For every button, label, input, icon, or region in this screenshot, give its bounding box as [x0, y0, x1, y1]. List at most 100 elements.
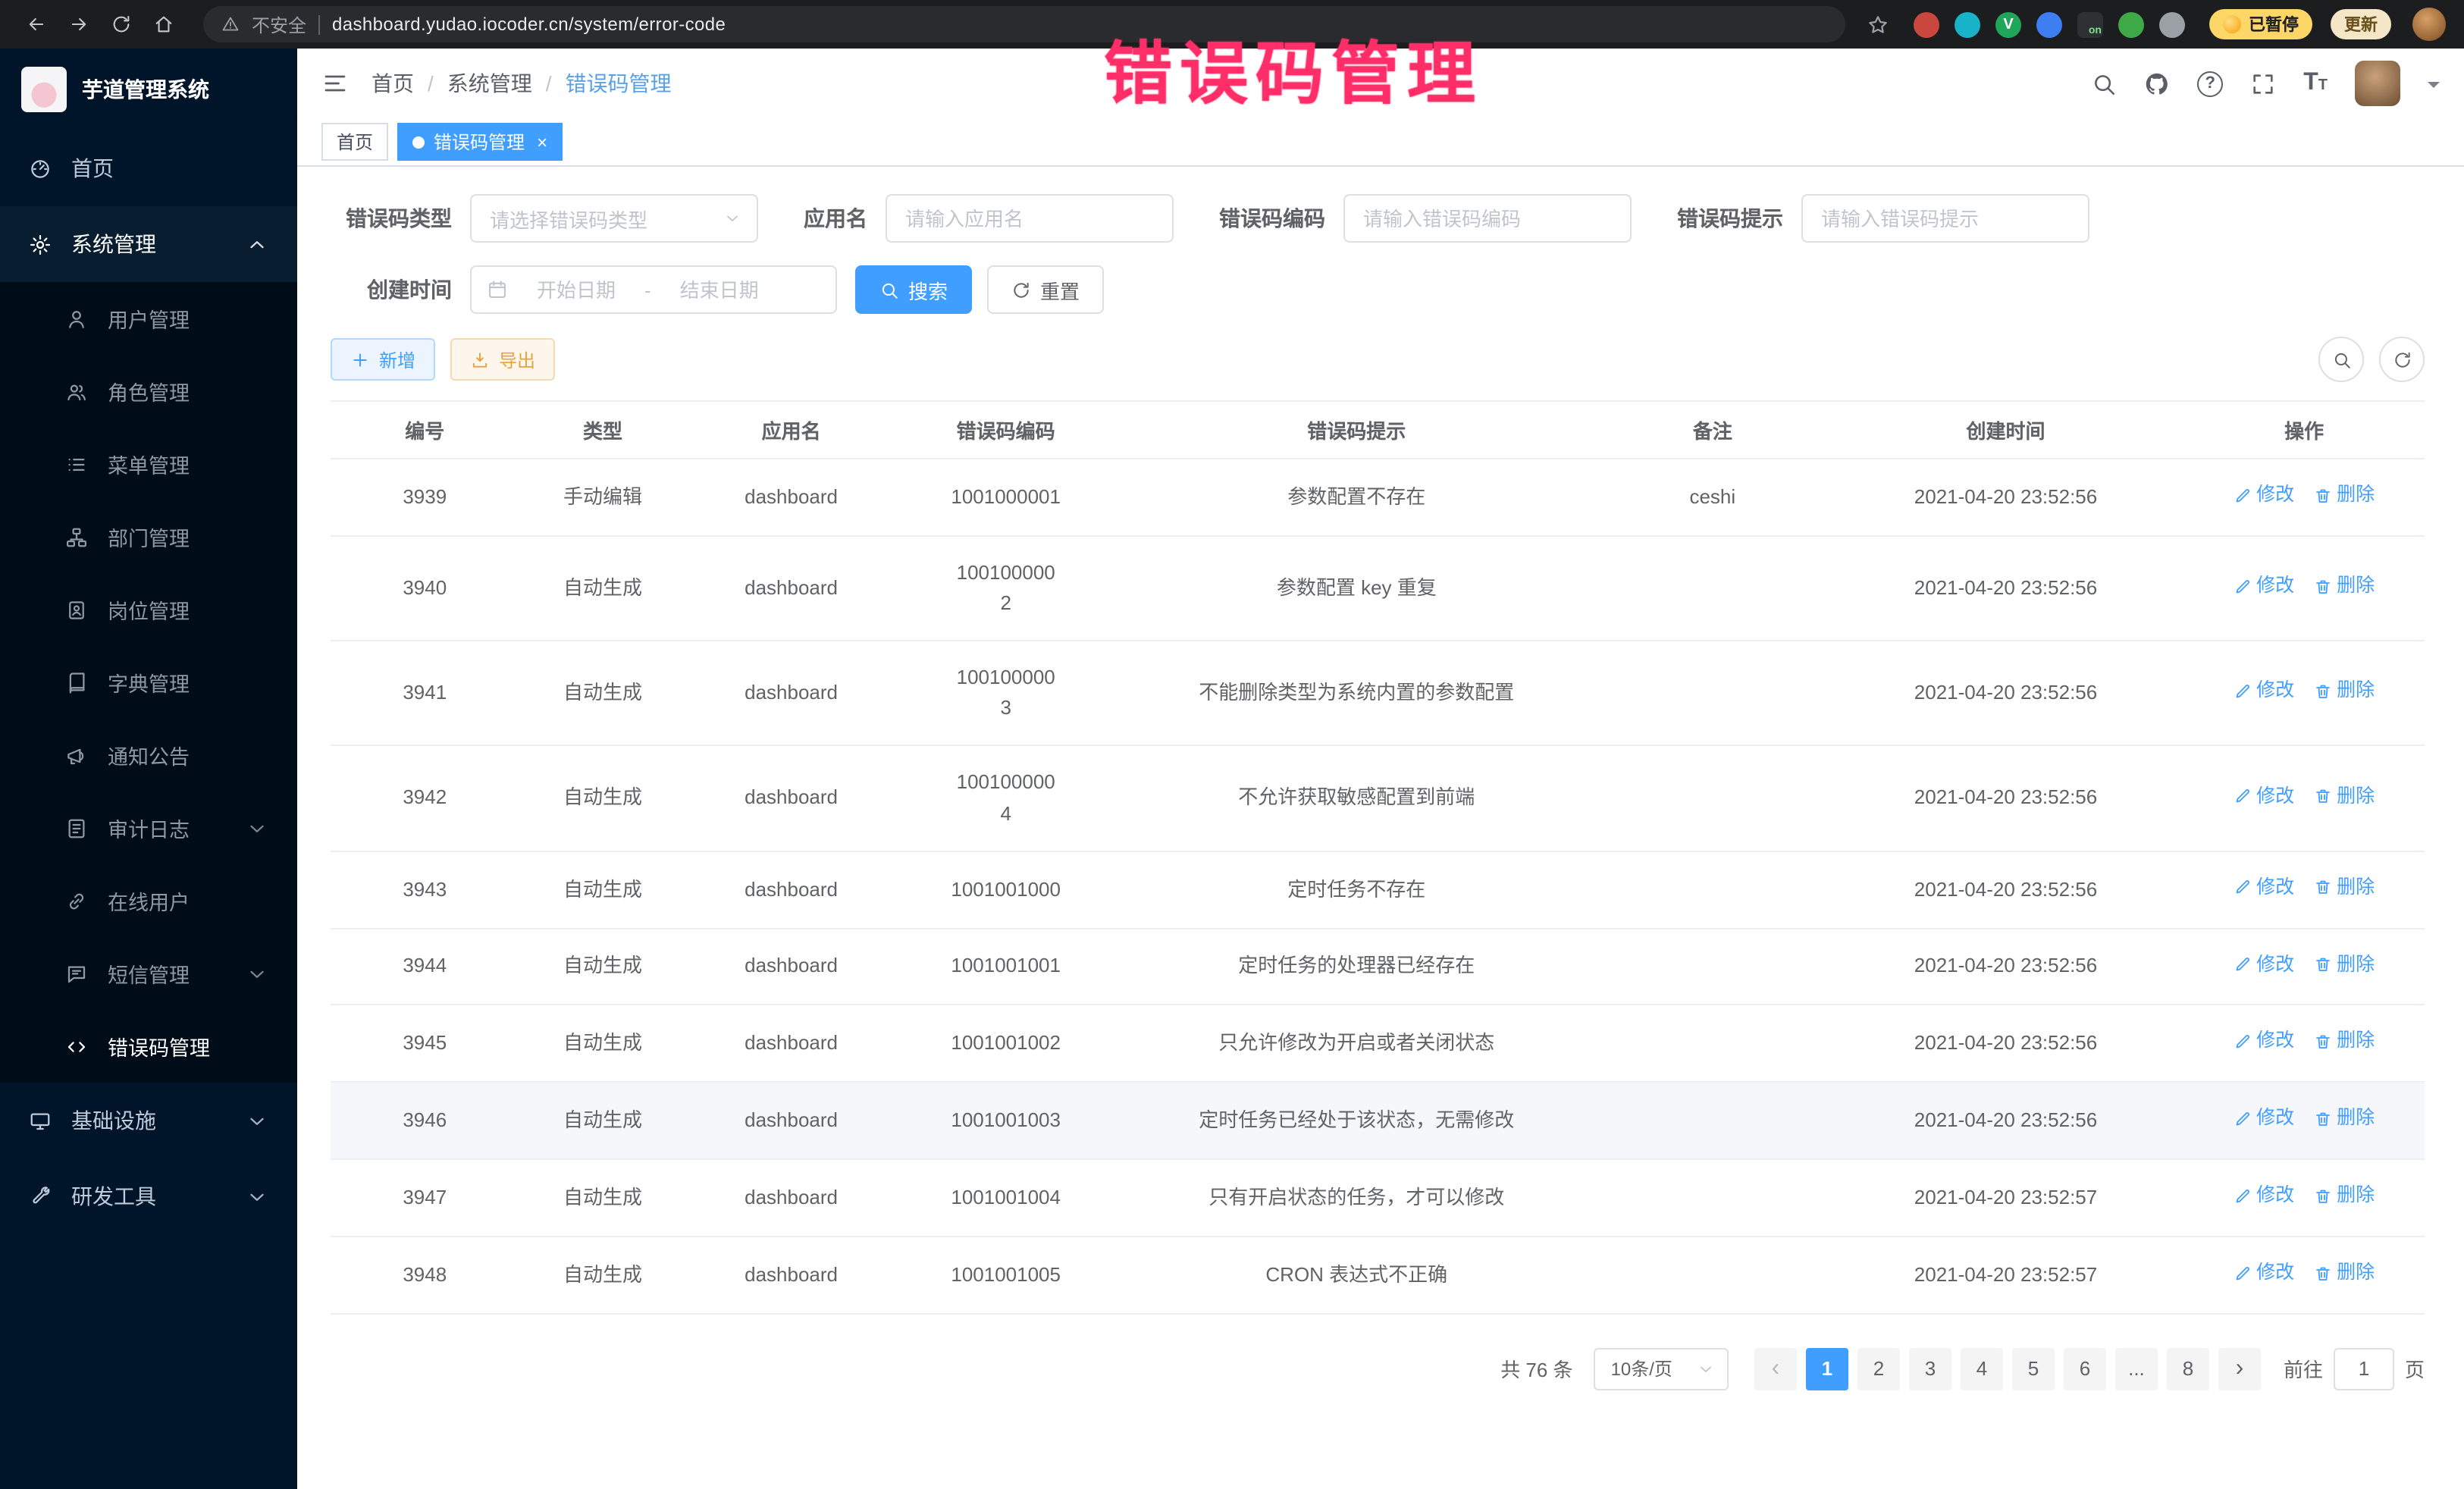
add-button[interactable]: 新增 [331, 338, 435, 381]
delete-link[interactable]: 删除 [2314, 1104, 2375, 1133]
page-size-select[interactable]: 10条/页 [1594, 1347, 1729, 1390]
sidebar-item-depts[interactable]: 部门管理 [0, 500, 297, 573]
breadcrumb-system[interactable]: 系统管理 [447, 68, 566, 99]
cell-remark [1597, 641, 1828, 746]
address-bar[interactable]: 不安全 dashboard.yudao.iocoder.cn/system/er… [203, 6, 1845, 42]
sidebar-item-dicts[interactable]: 字典管理 [0, 646, 297, 719]
edit-link[interactable]: 修改 [2234, 950, 2294, 980]
update-button[interactable]: 更新 [2331, 9, 2391, 39]
cell-message: 不允许获取敏感配置到前端 [1116, 746, 1597, 851]
puzzle-extension-icon[interactable] [2159, 11, 2185, 37]
delete-link[interactable]: 删除 [2314, 782, 2375, 811]
edit-link[interactable]: 修改 [2234, 1259, 2294, 1288]
delete-link[interactable]: 删除 [2314, 950, 2375, 980]
delete-link[interactable]: 删除 [2314, 481, 2375, 510]
browser-reload-icon[interactable] [103, 6, 140, 42]
end-date-input[interactable] [660, 278, 779, 301]
sidebar-item-notices[interactable]: 通知公告 [0, 719, 297, 792]
next-page-button[interactable] [2218, 1347, 2261, 1390]
edit-link[interactable]: 修改 [2234, 677, 2294, 707]
delete-link[interactable]: 删除 [2314, 572, 2375, 601]
goto-page-input[interactable] [2334, 1347, 2394, 1390]
edit-link[interactable]: 修改 [2234, 1104, 2294, 1133]
github-icon[interactable] [2144, 71, 2170, 96]
sidebar-item-sms[interactable]: 短信管理 [0, 937, 297, 1010]
edit-link[interactable]: 修改 [2234, 481, 2294, 510]
dark-on-extension-icon[interactable]: on [2077, 11, 2103, 37]
page-8-button[interactable]: 8 [2167, 1347, 2209, 1390]
edit-link[interactable]: 修改 [2234, 873, 2294, 902]
fullscreen-icon[interactable] [2250, 71, 2276, 96]
search-icon[interactable] [2091, 71, 2117, 96]
collapse-sidebar-icon[interactable] [321, 70, 349, 97]
sidebar-item-home[interactable]: 首页 [0, 130, 297, 206]
page-2-button[interactable]: 2 [1857, 1347, 1900, 1390]
delete-link[interactable]: 删除 [2314, 1259, 2375, 1288]
delete-link[interactable]: 删除 [2314, 677, 2375, 707]
error-type-select[interactable]: 请选择错误码类型 [470, 194, 758, 243]
sidebar-item-users[interactable]: 用户管理 [0, 282, 297, 355]
red-extension-icon[interactable] [1914, 11, 1939, 37]
sidebar-item-system[interactable]: 系统管理 [0, 206, 297, 282]
font-size-icon[interactable] [2303, 71, 2328, 96]
delete-link[interactable]: 删除 [2314, 1027, 2375, 1057]
page-ellipsis-button[interactable]: ... [2115, 1347, 2158, 1390]
toggle-search-button[interactable] [2318, 337, 2364, 382]
error-msg-input[interactable] [1801, 194, 2089, 243]
cell-code: 1001000001 [896, 459, 1116, 536]
edit-link[interactable]: 修改 [2234, 572, 2294, 601]
cell-type: 自动生成 [519, 1082, 687, 1159]
breadcrumb-home[interactable]: 首页 [371, 68, 447, 99]
browser-home-icon[interactable] [146, 6, 182, 42]
edit-link[interactable]: 修改 [2234, 782, 2294, 811]
delete-link[interactable]: 删除 [2314, 1181, 2375, 1211]
browser-profile-avatar[interactable] [2412, 8, 2446, 41]
page-5-button[interactable]: 5 [2012, 1347, 2055, 1390]
edit-link[interactable]: 修改 [2234, 1181, 2294, 1211]
bookmark-star-icon[interactable] [1867, 13, 1889, 36]
green-v-extension-icon[interactable]: V [1995, 11, 2021, 37]
browser-back-icon[interactable] [18, 6, 55, 42]
sidebar-item-dev-tools[interactable]: 研发工具 [0, 1158, 297, 1234]
page-1-button[interactable]: 1 [1806, 1347, 1848, 1390]
start-date-input[interactable] [517, 278, 635, 301]
delete-link[interactable]: 删除 [2314, 873, 2375, 902]
cell-type: 自动生成 [519, 1237, 687, 1314]
error-code-input[interactable] [1343, 194, 1632, 243]
prev-page-button[interactable] [1754, 1347, 1797, 1390]
tab-error-code[interactable]: 错误码管理 [397, 123, 563, 161]
sidebar-item-infrastructure[interactable]: 基础设施 [0, 1083, 297, 1158]
app-logo[interactable]: 芋道管理系统 [0, 49, 297, 130]
url-text: dashboard.yudao.iocoder.cn/system/error-… [332, 14, 726, 35]
sidebar-item-posts[interactable]: 岗位管理 [0, 573, 297, 646]
cell-type: 自动生成 [519, 851, 687, 928]
paused-badge[interactable]: 已暂停 [2209, 9, 2312, 39]
page-6-button[interactable]: 6 [2064, 1347, 2106, 1390]
cell-id: 3941 [331, 641, 519, 746]
blue-grid-extension-icon[interactable] [2036, 11, 2062, 37]
user-avatar[interactable] [2355, 61, 2400, 106]
browser-forward-icon[interactable] [61, 6, 97, 42]
export-button[interactable]: 导出 [450, 338, 555, 381]
sidebar-item-audit-logs[interactable]: 审计日志 [0, 792, 297, 864]
help-icon[interactable] [2197, 71, 2223, 96]
sidebar-item-online-users[interactable]: 在线用户 [0, 864, 297, 937]
page-4-button[interactable]: 4 [1961, 1347, 2003, 1390]
search-button[interactable]: 搜索 [855, 265, 972, 314]
cell-code: 1001000004 [896, 746, 1116, 851]
create-time-range-picker[interactable]: - [470, 265, 837, 314]
app-name-input[interactable] [886, 194, 1174, 243]
sidebar-item-menus[interactable]: 菜单管理 [0, 428, 297, 500]
close-tab-icon[interactable] [537, 131, 547, 152]
chevron-down-icon[interactable] [2428, 81, 2440, 93]
refresh-table-button[interactable] [2379, 337, 2425, 382]
tab-home[interactable]: 首页 [321, 123, 388, 161]
green-extension-icon[interactable] [2118, 11, 2144, 37]
teal-extension-icon[interactable] [1955, 11, 1980, 37]
cell-app: dashboard [687, 536, 896, 641]
reset-button[interactable]: 重置 [987, 265, 1104, 314]
page-3-button[interactable]: 3 [1909, 1347, 1951, 1390]
sidebar-item-roles[interactable]: 角色管理 [0, 355, 297, 428]
sidebar-item-error-codes[interactable]: 错误码管理 [0, 1010, 297, 1083]
edit-link[interactable]: 修改 [2234, 1027, 2294, 1057]
